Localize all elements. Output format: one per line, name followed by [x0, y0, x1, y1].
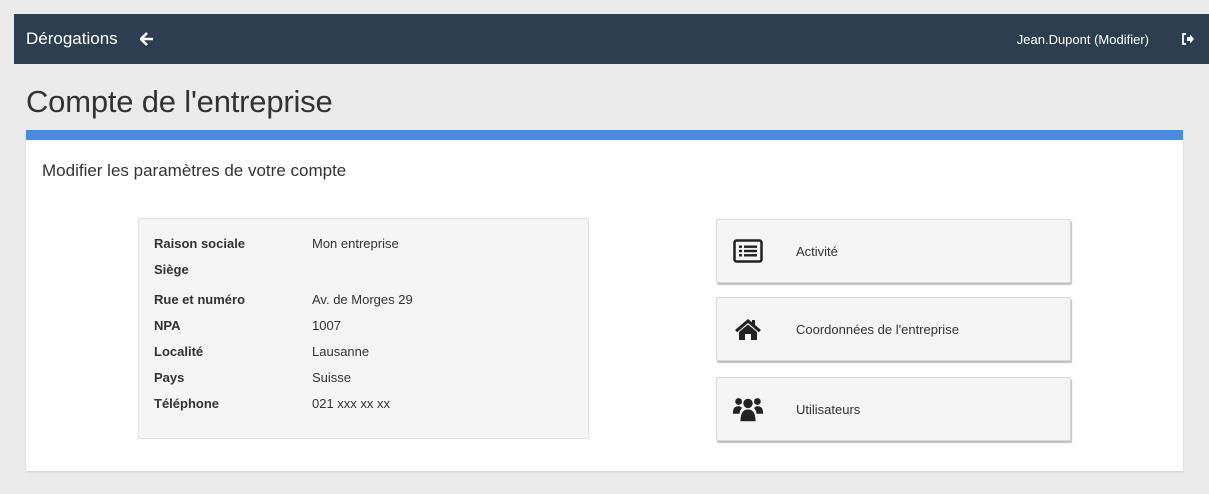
info-row-telephone: Téléphone 021 xxx xx xx: [154, 396, 390, 416]
navbar-brand[interactable]: Dérogations: [26, 29, 118, 49]
info-row-rue: Rue et numéro Av. de Morges 29: [154, 292, 413, 312]
info-label: NPA: [154, 318, 181, 333]
top-navbar: Dérogations Jean.Dupont (Modifier): [14, 14, 1209, 64]
activite-label: Activité: [796, 243, 838, 259]
info-row-localite: Localité Lausanne: [154, 344, 369, 364]
activite-button[interactable]: Activité: [716, 219, 1071, 283]
info-label: Siège: [154, 262, 189, 277]
info-value: Av. de Morges 29: [312, 292, 413, 307]
info-label: Raison sociale: [154, 236, 246, 251]
info-row-siege: Siège: [154, 262, 312, 282]
info-label: Rue et numéro: [154, 292, 246, 307]
utilisateurs-label: Utilisateurs: [796, 401, 861, 417]
info-label: Pays: [154, 370, 185, 385]
user-account-link[interactable]: Jean.Dupont (Modifier): [1017, 32, 1149, 47]
page-title: Compte de l'entreprise: [26, 84, 333, 119]
info-row-npa: NPA 1007: [154, 318, 341, 338]
info-label: Téléphone: [154, 396, 220, 411]
info-value: 1007: [312, 318, 341, 333]
sign-out-icon[interactable]: [1181, 32, 1195, 46]
info-value: Suisse: [312, 370, 352, 385]
coordonnees-label: Coordonnées de l'entreprise: [796, 321, 959, 337]
utilisateurs-button[interactable]: Utilisateurs: [716, 377, 1071, 441]
info-row-pays: Pays Suisse: [154, 370, 351, 390]
info-value: Mon entreprise: [312, 236, 399, 251]
arrow-left-icon[interactable]: [139, 31, 156, 47]
company-info-box: Raison sociale Mon entreprise Siège Rue …: [138, 218, 589, 439]
info-row-raison-sociale: Raison sociale Mon entreprise: [154, 236, 399, 256]
coordonnees-button[interactable]: Coordonnées de l'entreprise: [716, 297, 1071, 361]
account-panel: Modifier les paramètres de votre compte …: [26, 130, 1183, 471]
home-icon: [733, 314, 763, 344]
info-label: Localité: [154, 344, 204, 359]
info-value: Lausanne: [312, 344, 370, 359]
info-value: 021 xxx xx xx: [312, 396, 391, 411]
list-alt-icon: [733, 236, 763, 266]
users-icon: [733, 394, 763, 424]
panel-subtitle: Modifier les paramètres de votre compte: [42, 161, 347, 180]
